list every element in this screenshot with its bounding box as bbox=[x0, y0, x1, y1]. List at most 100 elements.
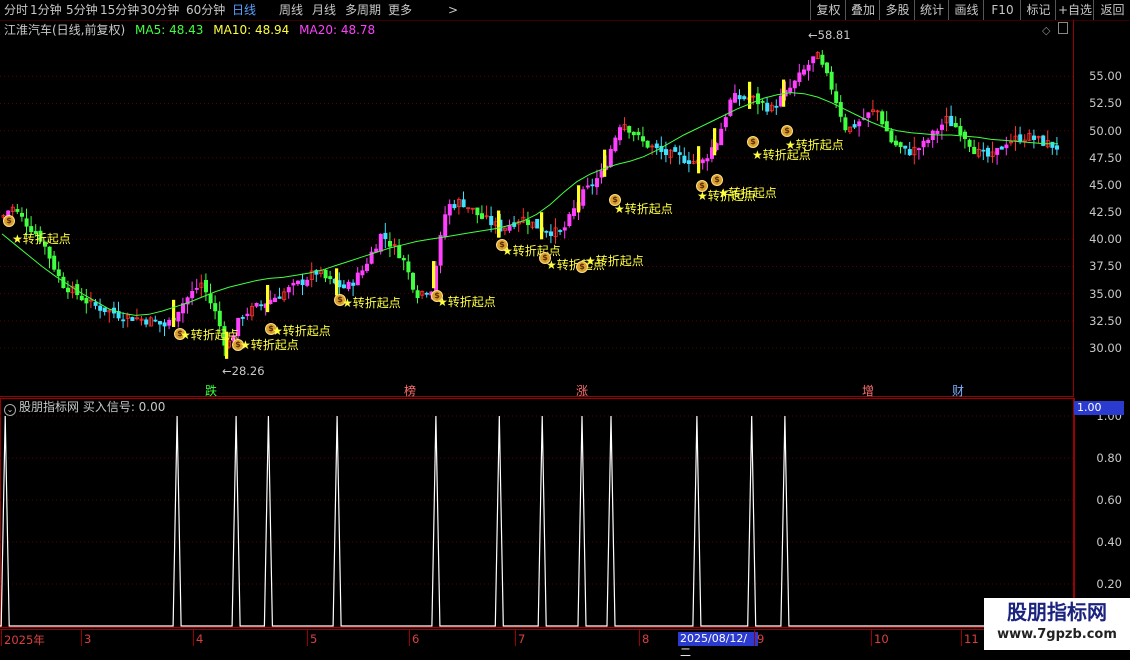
event-marker[interactable]: 跌 bbox=[205, 382, 217, 399]
time-tick: 5 bbox=[310, 632, 318, 646]
candle-body bbox=[162, 322, 167, 327]
signal-candle bbox=[335, 268, 339, 296]
candle-body bbox=[636, 131, 641, 136]
candle-body bbox=[328, 276, 333, 279]
tab-9[interactable]: 多周期 bbox=[345, 2, 381, 18]
time-axis-line bbox=[0, 629, 1074, 630]
more-chevron-icon[interactable]: > bbox=[448, 2, 458, 18]
turning-point-label: ★转折起点 bbox=[614, 202, 673, 216]
indicator-tick: 0.20 bbox=[1096, 577, 1122, 591]
candle-body bbox=[742, 96, 747, 100]
candle-body bbox=[760, 101, 765, 103]
toolbar-button-8[interactable]: 返回 bbox=[1093, 0, 1130, 20]
candle-body bbox=[176, 311, 181, 322]
candle-body bbox=[406, 261, 411, 273]
event-marker[interactable]: 增 bbox=[862, 382, 874, 399]
event-marker[interactable]: 榜 bbox=[404, 382, 416, 399]
toolbar-button-7[interactable]: +自选 bbox=[1055, 0, 1094, 20]
time-tick-mark bbox=[871, 630, 872, 646]
price-tick: 55.00 bbox=[1089, 69, 1122, 84]
candle-body bbox=[940, 124, 945, 130]
candle-body bbox=[806, 64, 811, 71]
candle-body bbox=[558, 230, 563, 232]
candle-body bbox=[305, 279, 310, 286]
candle-body bbox=[144, 319, 149, 325]
candle-body bbox=[677, 152, 682, 155]
candle-body bbox=[774, 105, 779, 108]
candle-body bbox=[291, 282, 296, 286]
candle-body bbox=[999, 146, 1004, 150]
candle-body bbox=[889, 130, 894, 143]
tab-0[interactable]: 分时 bbox=[4, 2, 28, 18]
event-marker[interactable]: 涨 bbox=[576, 382, 588, 399]
toolbar-button-3[interactable]: 统计 bbox=[914, 0, 949, 20]
site-watermark: 股朋指标网 www.7gpzb.com bbox=[984, 598, 1130, 650]
candle-body bbox=[424, 292, 429, 295]
price-tick: 50.00 bbox=[1089, 123, 1122, 138]
tab-10[interactable]: 更多 bbox=[388, 2, 412, 18]
candle-body bbox=[958, 126, 963, 136]
candle-body bbox=[654, 143, 659, 149]
price-chart[interactable]: ←58.81 ←28.26 bbox=[0, 20, 1074, 397]
candle-body bbox=[1055, 145, 1060, 150]
event-marker[interactable]: 财 bbox=[952, 382, 964, 399]
candle-body bbox=[820, 54, 825, 65]
candle-body bbox=[811, 56, 816, 64]
tab-7[interactable]: 周线 bbox=[279, 2, 303, 18]
candle-body bbox=[102, 307, 107, 312]
candle-body bbox=[756, 93, 761, 105]
turning-point-label: ★转折起点 bbox=[585, 254, 644, 268]
candle-body bbox=[479, 213, 484, 219]
candle-body bbox=[572, 208, 577, 216]
time-tick: 11 bbox=[964, 632, 979, 646]
tab-4[interactable]: 30分钟 bbox=[140, 2, 179, 18]
candle-body bbox=[526, 219, 531, 226]
indicator-chart[interactable] bbox=[0, 398, 1074, 628]
tab-3[interactable]: 15分钟 bbox=[100, 2, 139, 18]
toolbar-button-4[interactable]: 画线 bbox=[948, 0, 984, 20]
toolbar-button-5[interactable]: F10 bbox=[983, 0, 1021, 20]
candle-body bbox=[157, 321, 162, 325]
candle-body bbox=[535, 218, 540, 229]
price-tick: 37.50 bbox=[1089, 259, 1122, 274]
turning-point-label: ★转折起点 bbox=[272, 324, 331, 338]
toolbar-button-1[interactable]: 叠加 bbox=[845, 0, 880, 20]
candle-body bbox=[838, 102, 843, 117]
period-toolbar: 分时 1分钟 5分钟 15分钟 30分钟 60分钟 日线 周线 月线 多周期 更多 > 复权 叠加 多股 统计… bbox=[0, 0, 1130, 21]
candle-body bbox=[613, 137, 618, 152]
price-tick: 52.50 bbox=[1089, 96, 1122, 111]
price-axis: 55.00 52.50 50.00 47.50 45.00 42.50 40.00 37.50… bbox=[1074, 20, 1130, 397]
candle-body bbox=[397, 245, 402, 259]
low-price-label: ←28.26 bbox=[222, 364, 265, 378]
tab-8[interactable]: 月线 bbox=[312, 2, 336, 18]
candle-body bbox=[415, 290, 420, 299]
toolbar-button-0[interactable]: 复权 bbox=[810, 0, 846, 20]
candle-body bbox=[15, 209, 20, 212]
candle-body bbox=[705, 158, 710, 162]
candle-body bbox=[645, 140, 650, 148]
signal-candle bbox=[497, 210, 501, 238]
price-tick: 40.00 bbox=[1089, 232, 1122, 247]
time-tick: 6 bbox=[412, 632, 420, 646]
toolbar-button-2[interactable]: 多股 bbox=[879, 0, 915, 20]
candle-body bbox=[733, 93, 738, 103]
indicator-frame bbox=[0, 398, 1074, 628]
tab-6[interactable]: 日线 bbox=[232, 2, 256, 18]
time-tick-mark bbox=[307, 630, 308, 646]
time-tick-mark bbox=[961, 630, 962, 646]
candle-body bbox=[452, 204, 457, 209]
candle-body bbox=[19, 212, 24, 217]
toolbar-button-6[interactable]: 标记 bbox=[1020, 0, 1056, 20]
time-tick-mark bbox=[1, 630, 2, 646]
candle-body bbox=[981, 149, 986, 152]
tab-2[interactable]: 5分钟 bbox=[66, 2, 98, 18]
candle-body bbox=[461, 199, 466, 208]
candle-body bbox=[337, 280, 342, 288]
candle-body bbox=[765, 102, 770, 112]
time-tick: 2025年 bbox=[4, 633, 45, 647]
tab-5[interactable]: 60分钟 bbox=[186, 2, 225, 18]
candle-body bbox=[843, 117, 848, 131]
candle-body bbox=[1004, 144, 1009, 149]
candle-body bbox=[1050, 141, 1055, 148]
tab-1[interactable]: 1分钟 bbox=[30, 2, 62, 18]
